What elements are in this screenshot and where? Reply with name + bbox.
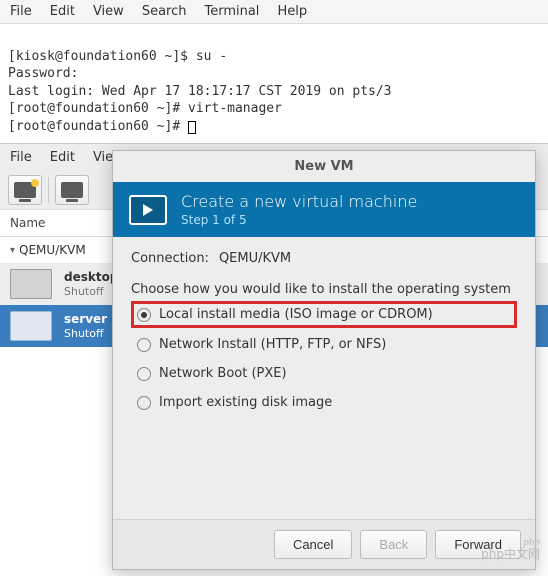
connection-label: Connection:: [131, 251, 209, 266]
choose-label: Choose how you would like to install the…: [131, 282, 517, 297]
chevron-down-icon: ▾: [10, 245, 15, 256]
vm-status: Shutoff: [64, 327, 107, 340]
terminal-menu-edit[interactable]: Edit: [50, 4, 75, 19]
open-vm-button[interactable]: [55, 175, 89, 205]
radio-label: Network Install (HTTP, FTP, or NFS): [159, 337, 386, 352]
toolbar-separator: [48, 177, 49, 203]
term-line-1: [kiosk@foundation60 ~]$ su -: [8, 49, 227, 64]
radio-icon: [137, 308, 151, 322]
terminal-menu-file[interactable]: File: [10, 4, 32, 19]
vm-create-icon: [129, 195, 167, 225]
terminal-menu-help[interactable]: Help: [277, 4, 307, 19]
radio-network-install[interactable]: Network Install (HTTP, FTP, or NFS): [131, 332, 517, 357]
vmm-menu-view[interactable]: Vie: [93, 150, 113, 165]
new-vm-dialog: New VM Create a new virtual machine Step…: [112, 150, 536, 570]
radio-local-media[interactable]: Local install media (ISO image or CDROM): [131, 301, 517, 328]
terminal-menubar: File Edit View Search Terminal Help: [0, 0, 548, 24]
dialog-title: New VM: [113, 151, 535, 182]
term-line-3: Last login: Wed Apr 17 18:17:17 CST 2019…: [8, 84, 392, 99]
term-line-4: [root@foundation60 ~]# virt-manager: [8, 101, 282, 116]
radio-icon: [137, 338, 151, 352]
monitor-icon: [14, 182, 36, 198]
monitor-icon: [61, 182, 83, 198]
vm-thumbnail-icon: [10, 269, 52, 299]
terminal-cursor: [188, 121, 196, 134]
radio-label: Network Boot (PXE): [159, 366, 287, 381]
term-line-2: Password:: [8, 66, 78, 81]
dialog-body: Connection: QEMU/KVM Choose how you woul…: [113, 237, 535, 519]
play-icon: [143, 204, 153, 216]
connection-label: QEMU/KVM: [19, 243, 86, 257]
connection-value: QEMU/KVM: [219, 251, 291, 266]
star-icon: [31, 179, 39, 187]
radio-icon: [137, 396, 151, 410]
new-vm-button[interactable]: [8, 175, 42, 205]
vmm-menu-file[interactable]: File: [10, 150, 32, 165]
radio-import-disk[interactable]: Import existing disk image: [131, 390, 517, 415]
dialog-footer: Cancel Back Forward: [113, 519, 535, 569]
connection-row: Connection: QEMU/KVM: [131, 251, 517, 266]
cancel-button[interactable]: Cancel: [274, 530, 352, 559]
back-button[interactable]: Back: [360, 530, 427, 559]
vm-thumbnail-icon: [10, 311, 52, 341]
terminal-menu-view[interactable]: View: [93, 4, 124, 19]
terminal-menu-terminal[interactable]: Terminal: [204, 4, 259, 19]
radio-icon: [137, 367, 151, 381]
dialog-step-label: Step 1 of 5: [181, 213, 417, 227]
col-name-label: Name: [10, 216, 45, 230]
watermark-site: php中文网: [481, 545, 540, 562]
dialog-header-title: Create a new virtual machine: [181, 192, 417, 211]
terminal-output: [kiosk@foundation60 ~]$ su - Password: L…: [0, 24, 548, 141]
terminal-menu-search[interactable]: Search: [142, 4, 187, 19]
dialog-header: Create a new virtual machine Step 1 of 5: [113, 182, 535, 237]
radio-network-boot[interactable]: Network Boot (PXE): [131, 361, 517, 386]
vmm-menu-edit[interactable]: Edit: [50, 150, 75, 165]
vm-name: desktop: [64, 270, 118, 284]
radio-label: Import existing disk image: [159, 395, 332, 410]
vm-name: server: [64, 312, 107, 326]
vm-status: Shutoff: [64, 285, 118, 298]
radio-label: Local install media (ISO image or CDROM): [159, 307, 433, 322]
term-line-5: [root@foundation60 ~]#: [8, 119, 188, 134]
